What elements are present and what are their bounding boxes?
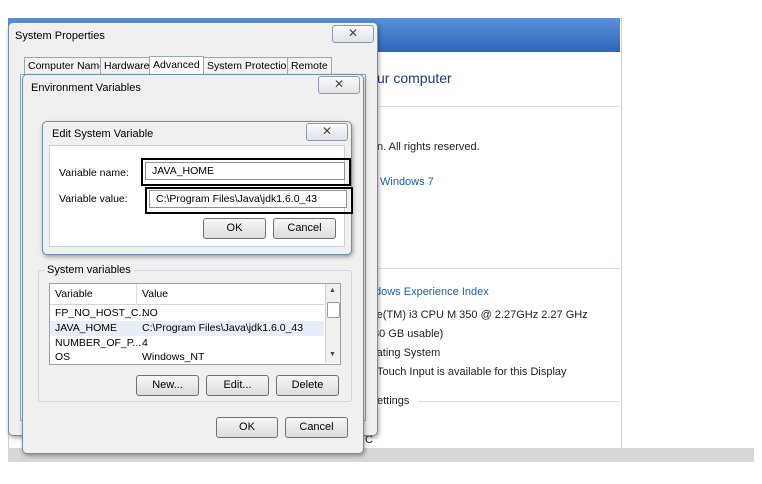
tab-system-protection[interactable]: System Protection [203, 57, 297, 75]
close-button[interactable]: ✕ [332, 25, 374, 43]
table-row[interactable]: FP_NO_HOST_C... NO [50, 306, 324, 321]
edit-button[interactable]: Edit... [206, 375, 269, 396]
variable-name-field[interactable]: JAVA_HOME [145, 162, 345, 180]
windows-edition-text: Windows 7 [380, 176, 434, 188]
separator [370, 106, 620, 107]
table-row[interactable]: OS Windows_NT [50, 350, 324, 363]
vertical-scrollbar[interactable]: ▲ ▼ [325, 284, 340, 363]
variable-cell: NUMBER_OF_P... [55, 337, 142, 349]
system-type-text: rating System [373, 347, 441, 359]
dialog-title: Edit System Variable [52, 128, 154, 140]
ok-button[interactable]: OK [216, 417, 278, 438]
cancel-button[interactable]: Cancel [273, 218, 336, 239]
close-icon: ✕ [333, 77, 345, 91]
scroll-down-icon[interactable]: ▼ [329, 351, 336, 358]
table-row[interactable]: NUMBER_OF_P... 4 [50, 336, 324, 351]
value-cell: 4 [142, 337, 148, 349]
cancel-button[interactable]: Cancel [285, 417, 348, 438]
column-header-variable[interactable]: Variable [55, 287, 93, 302]
tab-computer-name[interactable]: Computer Name [24, 57, 110, 75]
experience-index-link[interactable]: dows Experience Index [375, 286, 489, 298]
scroll-up-icon[interactable]: ▲ [329, 287, 336, 294]
close-button[interactable]: ✕ [306, 123, 348, 141]
touch-input-text: Touch Input is available for this Displa… [377, 366, 567, 378]
variable-cell: FP_NO_HOST_C... [55, 307, 148, 319]
new-button[interactable]: New... [136, 375, 199, 396]
scrollbar-thumb[interactable] [327, 302, 340, 318]
dialog-title: Environment Variables [31, 82, 141, 94]
variable-cell: OS [55, 351, 71, 363]
value-cell: NO [142, 307, 158, 319]
tab-hardware[interactable]: Hardware [100, 57, 154, 75]
variable-cell: JAVA_HOME [55, 322, 118, 334]
copyright-text: n. All rights reserved. [377, 141, 480, 153]
value-cell: Windows_NT [142, 351, 205, 363]
separator [370, 268, 620, 269]
system-variables-label: System variables [45, 264, 133, 276]
settings-section-label: ettings [377, 395, 410, 407]
system-variables-list[interactable]: Variable Value FP_NO_HOST_C... NO JAVA_H… [49, 283, 341, 365]
delete-button[interactable]: Delete [276, 375, 339, 396]
processor-text: re(TM) i3 CPU M 350 @ 2.27GHz 2.27 GHz [373, 309, 588, 321]
column-divider [136, 284, 137, 304]
ok-button[interactable]: OK [203, 218, 266, 239]
variable-value-field[interactable]: C:\Program Files\Java\jdk1.6.0_43 [149, 190, 347, 208]
close-button[interactable]: ✕ [318, 76, 360, 94]
variable-value-label: Variable value: [59, 193, 128, 205]
table-row-selected[interactable]: JAVA_HOME C:\Program Files\Java\jdk1.6.0… [50, 321, 324, 336]
variable-name-label: Variable name: [59, 167, 129, 179]
tab-advanced[interactable]: Advanced [149, 56, 204, 76]
value-cell: C:\Program Files\Java\jdk1.6.0_43 [142, 322, 304, 334]
tab-remote[interactable]: Remote [287, 57, 332, 75]
close-icon: ✕ [321, 124, 333, 138]
column-header-value[interactable]: Value [142, 287, 168, 302]
memory-text: 30 GB usable) [373, 328, 444, 340]
separator [418, 401, 620, 402]
list-header: Variable Value [50, 284, 324, 305]
dialog-title: System Properties [15, 30, 105, 42]
close-icon: ✕ [347, 26, 359, 40]
page-heading: ur computer [377, 70, 452, 86]
